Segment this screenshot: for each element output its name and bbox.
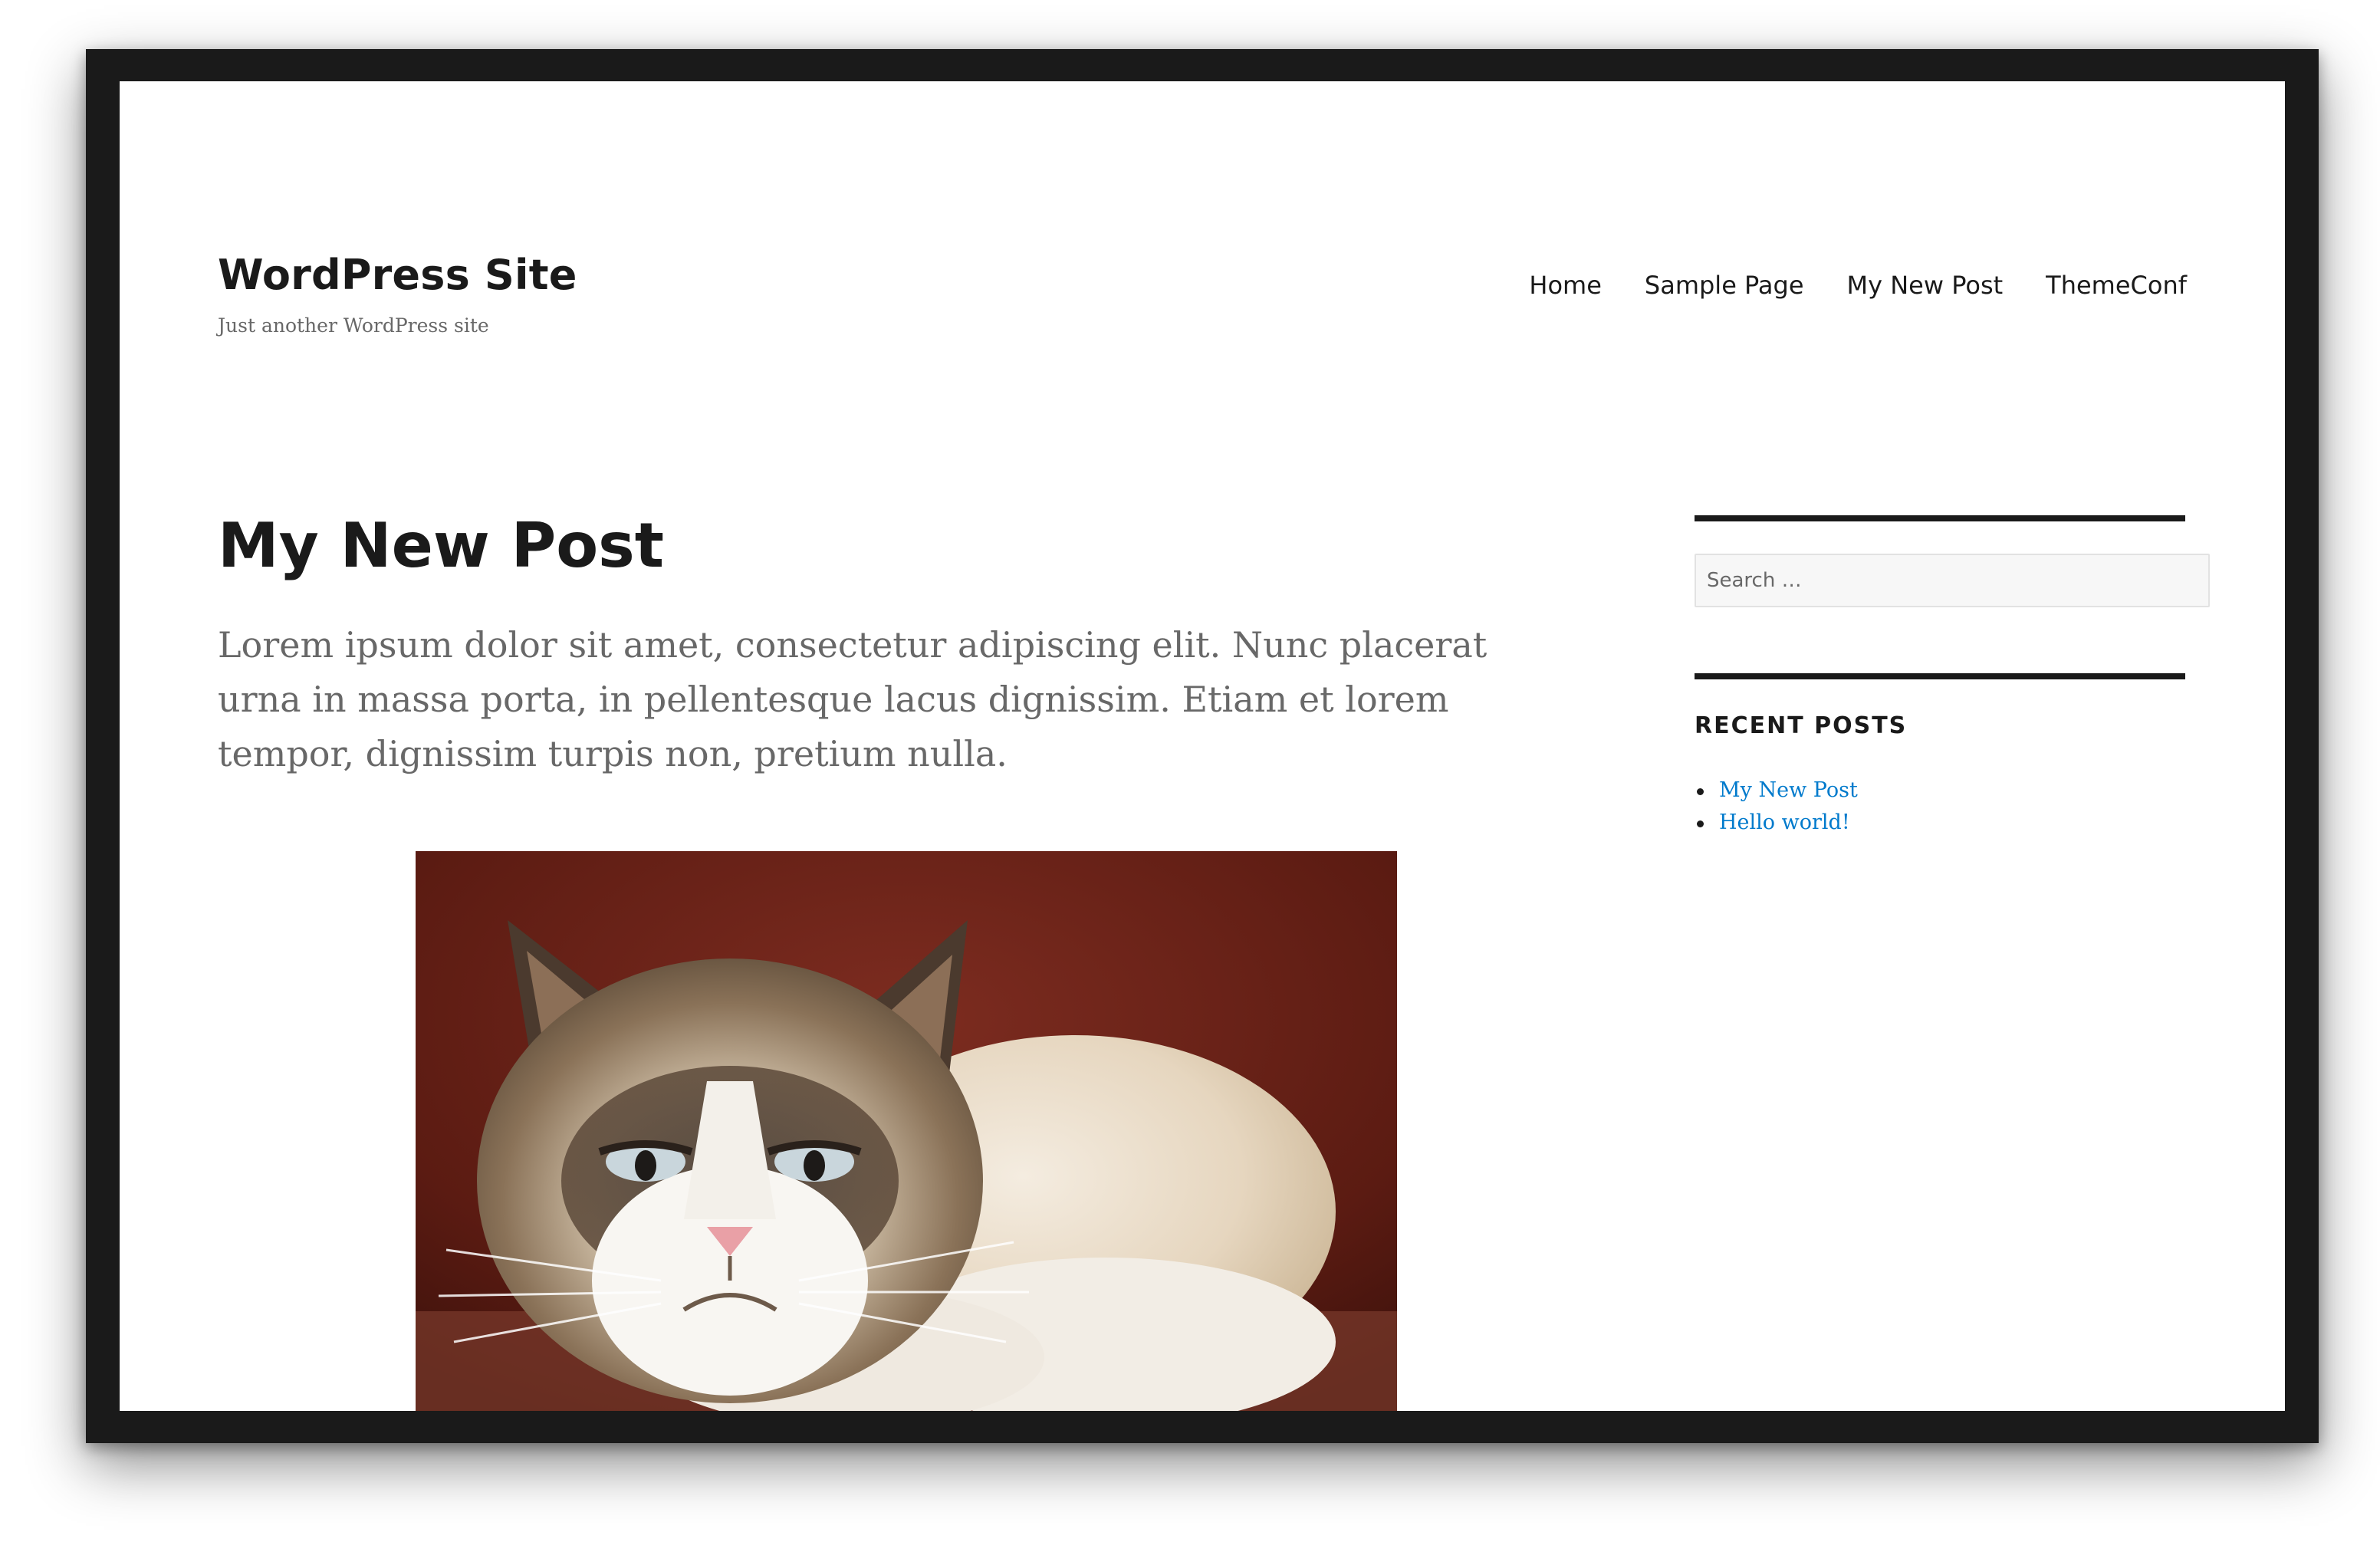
widget-divider xyxy=(1695,515,2185,521)
grumpy-cat-illustration xyxy=(416,851,1397,1411)
search-input[interactable] xyxy=(1695,554,2210,607)
nav-item-home[interactable]: Home xyxy=(1529,273,1602,298)
recent-post-link[interactable]: My New Post xyxy=(1719,778,1858,802)
widget-divider xyxy=(1695,673,2185,679)
nav-item-themeconf[interactable]: ThemeConf xyxy=(2046,273,2187,298)
recent-posts-title: RECENT POSTS xyxy=(1695,712,1908,739)
site-title[interactable]: WordPress Site xyxy=(218,255,577,296)
post-title: My New Post xyxy=(218,510,665,581)
web-page: WordPress Site Just another WordPress si… xyxy=(120,81,2285,1411)
main-navigation: Home Sample Page My New Post ThemeConf xyxy=(1529,273,2187,298)
nav-item-sample-page[interactable]: Sample Page xyxy=(1645,273,1804,298)
recent-posts-list: My New Post Hello world! xyxy=(1695,774,1858,839)
screenshot-frame: WordPress Site Just another WordPress si… xyxy=(86,49,2319,1443)
nav-item-my-new-post[interactable]: My New Post xyxy=(1847,273,2004,298)
list-item: My New Post xyxy=(1695,774,1858,807)
recent-post-link[interactable]: Hello world! xyxy=(1719,811,1850,834)
post-image xyxy=(416,851,1397,1411)
site-tagline: Just another WordPress site xyxy=(218,314,489,337)
list-item: Hello world! xyxy=(1695,807,1858,839)
post-excerpt: Lorem ipsum dolor sit amet, consectetur … xyxy=(218,624,1488,774)
